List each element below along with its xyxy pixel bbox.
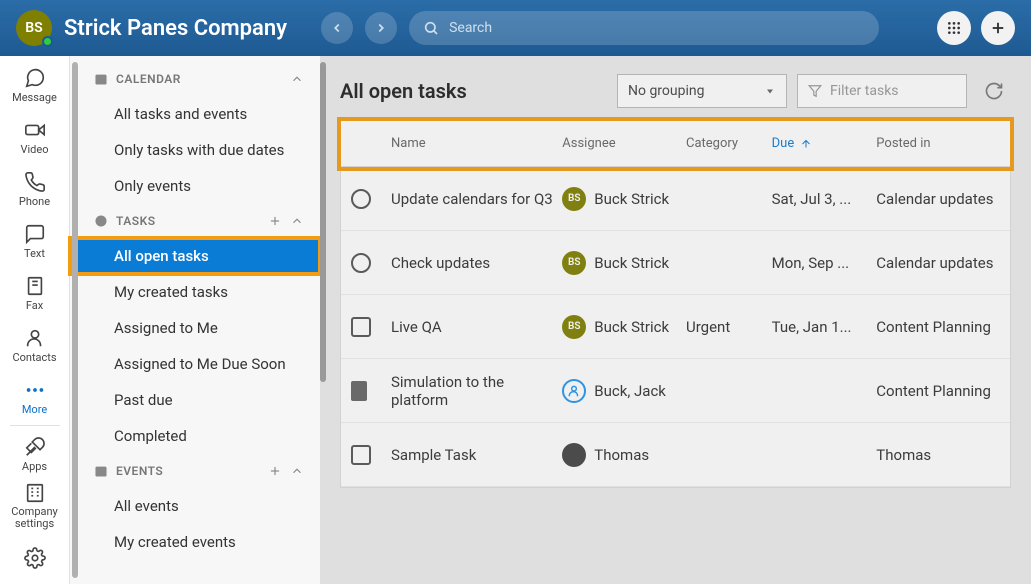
filter-input[interactable]: Filter tasks bbox=[797, 74, 967, 108]
calendar-icon bbox=[94, 464, 108, 478]
table-row[interactable]: Update calendars for Q3BSBuck Strick Sat,… bbox=[341, 167, 1010, 231]
calendar-icon bbox=[94, 72, 108, 86]
section-events[interactable]: EVENTS bbox=[70, 454, 320, 488]
task-complete-toggle[interactable] bbox=[351, 189, 371, 209]
task-posted-in: Content Planning bbox=[876, 318, 1000, 336]
sidebar: CALENDAR All tasks and events Only tasks… bbox=[70, 56, 320, 584]
col-posted[interactable]: Posted in bbox=[876, 136, 1000, 151]
task-name: Update calendars for Q3 bbox=[391, 190, 562, 208]
assignee-avatar: BS bbox=[562, 187, 586, 211]
task-due: Mon, Sep ... bbox=[772, 254, 877, 272]
rail-contacts[interactable]: Contacts bbox=[0, 320, 70, 372]
task-complete-toggle[interactable] bbox=[351, 445, 371, 465]
sidebar-scrollbar[interactable] bbox=[72, 62, 78, 578]
rail-fax[interactable]: Fax bbox=[0, 268, 70, 320]
page-title: All open tasks bbox=[340, 79, 467, 103]
rail-text[interactable]: Text bbox=[0, 216, 70, 268]
task-posted-in: Calendar updates bbox=[876, 254, 1000, 272]
nav-back-button[interactable] bbox=[321, 12, 353, 44]
col-due[interactable]: Due bbox=[772, 136, 877, 151]
chevron-up-icon[interactable] bbox=[290, 72, 304, 86]
task-category: Urgent bbox=[686, 318, 772, 336]
left-rail: Message Video Phone Text Fax Contacts Mo… bbox=[0, 56, 70, 584]
table-row[interactable]: Simulation to the platformBuck, Jack Cont… bbox=[341, 359, 1010, 423]
task-name: Check updates bbox=[391, 254, 562, 272]
presence-indicator bbox=[42, 36, 53, 47]
filter-icon bbox=[808, 84, 822, 98]
sidebar-item-my-created-tasks[interactable]: My created tasks bbox=[70, 274, 320, 310]
nav-forward-button[interactable] bbox=[365, 12, 397, 44]
rail-video[interactable]: Video bbox=[0, 112, 70, 164]
refresh-button[interactable] bbox=[977, 74, 1011, 108]
task-posted-in: Thomas bbox=[876, 446, 1000, 464]
tasks-table: Name Assignee Category Due Posted in Upd… bbox=[340, 120, 1011, 488]
task-complete-toggle[interactable] bbox=[351, 253, 371, 273]
sidebar-item-only-tasks-due[interactable]: Only tasks with due dates bbox=[70, 132, 320, 168]
sidebar-item-all-tasks-events[interactable]: All tasks and events bbox=[70, 96, 320, 132]
dialpad-button[interactable] bbox=[937, 11, 971, 45]
rail-separator bbox=[10, 425, 60, 426]
section-tasks[interactable]: TASKS bbox=[70, 204, 320, 238]
search-field[interactable] bbox=[409, 11, 879, 45]
task-due: Sat, Jul 3, ... bbox=[772, 190, 877, 208]
main-scrollbar[interactable] bbox=[320, 62, 326, 382]
task-name: Live QA bbox=[391, 318, 562, 336]
task-assignee: Thomas bbox=[562, 443, 686, 467]
task-complete-toggle[interactable] bbox=[351, 317, 371, 337]
chevron-up-icon[interactable] bbox=[290, 214, 304, 228]
col-assignee[interactable]: Assignee bbox=[562, 136, 686, 151]
plus-icon[interactable] bbox=[268, 214, 282, 228]
task-posted-in: Content Planning bbox=[876, 382, 1000, 400]
user-avatar[interactable]: BS bbox=[16, 10, 52, 46]
assignee-avatar bbox=[562, 443, 586, 467]
task-assignee: BSBuck Strick bbox=[562, 251, 686, 275]
add-button[interactable] bbox=[981, 11, 1015, 45]
table-header-row: Name Assignee Category Due Posted in bbox=[341, 121, 1010, 167]
chevron-up-icon[interactable] bbox=[290, 464, 304, 478]
rail-phone[interactable]: Phone bbox=[0, 164, 70, 216]
check-circle-icon bbox=[94, 214, 108, 228]
grouping-dropdown[interactable]: No grouping bbox=[617, 74, 787, 108]
caret-down-icon bbox=[764, 85, 776, 97]
sidebar-item-past-due[interactable]: Past due bbox=[70, 382, 320, 418]
table-row[interactable]: Check updatesBSBuck Strick Mon, Sep ...Ca… bbox=[341, 231, 1010, 295]
task-assignee: Buck, Jack bbox=[562, 379, 686, 403]
sidebar-item-all-events[interactable]: All events bbox=[70, 488, 320, 524]
search-input[interactable] bbox=[449, 20, 865, 36]
assignee-avatar bbox=[562, 379, 586, 403]
task-name: Sample Task bbox=[391, 446, 562, 464]
sidebar-item-assigned-to-me[interactable]: Assigned to Me bbox=[70, 310, 320, 346]
rail-settings[interactable] bbox=[0, 532, 70, 584]
assignee-avatar: BS bbox=[562, 251, 586, 275]
section-calendar[interactable]: CALENDAR bbox=[70, 62, 320, 96]
task-assignee: BSBuck Strick bbox=[562, 315, 686, 339]
assignee-avatar: BS bbox=[562, 315, 586, 339]
sidebar-item-all-open-tasks[interactable]: All open tasks bbox=[70, 238, 320, 274]
sidebar-item-assigned-due-soon[interactable]: Assigned to Me Due Soon bbox=[70, 346, 320, 382]
task-indicator bbox=[351, 381, 367, 401]
sidebar-item-only-events[interactable]: Only events bbox=[70, 168, 320, 204]
task-name: Simulation to the platform bbox=[391, 373, 562, 409]
rail-message[interactable]: Message bbox=[0, 60, 70, 112]
topbar: BS Strick Panes Company bbox=[0, 0, 1031, 56]
rail-apps[interactable]: Apps bbox=[0, 428, 70, 480]
refresh-icon bbox=[984, 81, 1004, 101]
table-row[interactable]: Sample TaskThomasThomas bbox=[341, 423, 1010, 487]
app-title: Strick Panes Company bbox=[64, 16, 287, 41]
main-content: All open tasks No grouping Filter tasks bbox=[320, 56, 1031, 584]
table-row[interactable]: Live QABSBuck StrickUrgentTue, Jan 1...C… bbox=[341, 295, 1010, 359]
avatar-initials: BS bbox=[25, 20, 42, 36]
task-assignee: BSBuck Strick bbox=[562, 187, 686, 211]
plus-icon[interactable] bbox=[268, 464, 282, 478]
arrow-up-icon bbox=[800, 138, 812, 150]
sidebar-item-completed[interactable]: Completed bbox=[70, 418, 320, 454]
rail-more[interactable]: More bbox=[0, 371, 70, 423]
col-category[interactable]: Category bbox=[686, 136, 772, 151]
sidebar-item-my-created-events[interactable]: My created events bbox=[70, 524, 320, 560]
search-icon bbox=[423, 20, 439, 36]
task-due: Tue, Jan 1... bbox=[772, 318, 877, 336]
rail-company-settings[interactable]: Company settings bbox=[0, 480, 70, 532]
task-posted-in: Calendar updates bbox=[876, 190, 1000, 208]
col-name[interactable]: Name bbox=[391, 136, 562, 151]
